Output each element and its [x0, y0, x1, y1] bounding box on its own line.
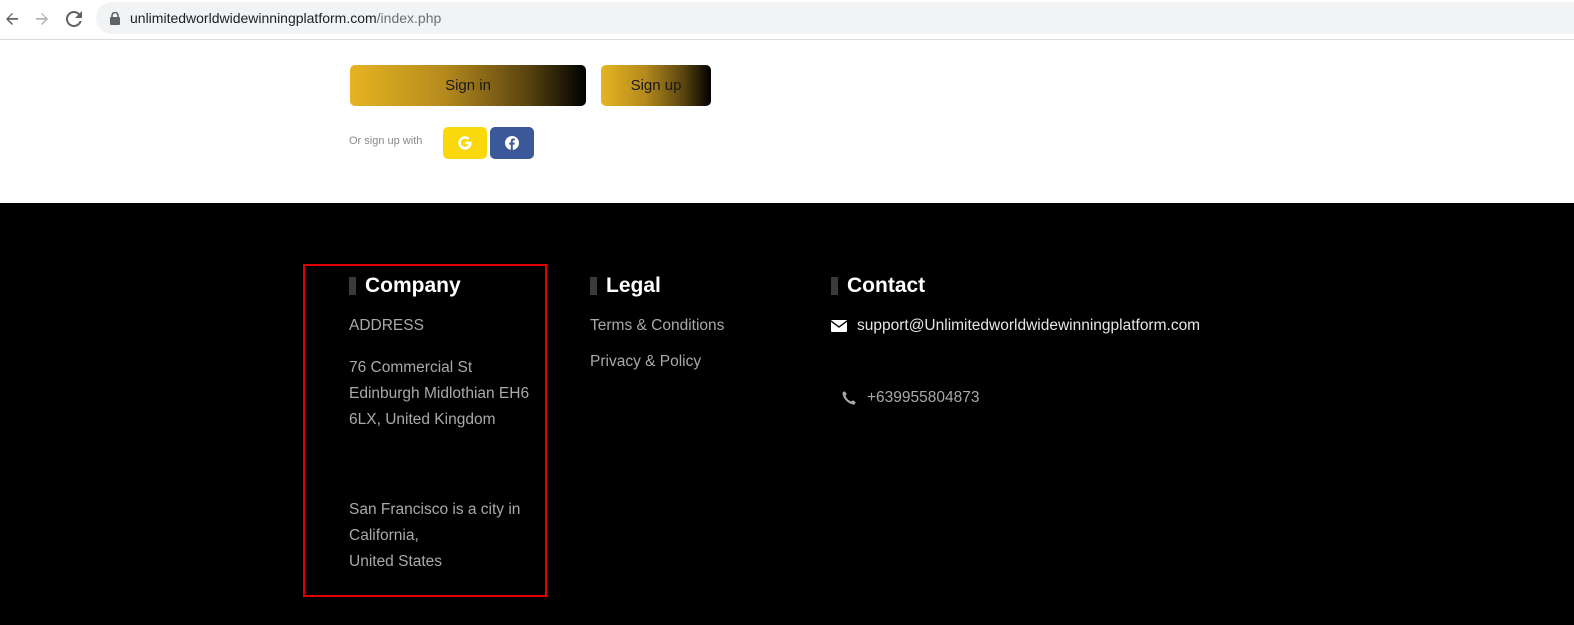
google-signup-button[interactable] [443, 127, 487, 159]
url-domain: unlimitedworldwidewinningplatform.com [130, 10, 377, 26]
footer-legal-column: Legal Terms & Conditions Privacy & Polic… [590, 271, 810, 375]
city-line: San Francisco is a city in [349, 501, 521, 518]
address-label: ADDRESS [349, 317, 424, 334]
heading-bar [831, 277, 838, 295]
reload-button[interactable] [62, 7, 86, 31]
heading-bar [349, 277, 356, 295]
contact-heading: Contact [831, 271, 1291, 301]
url-path: /index.php [376, 10, 442, 26]
footer-contact-column: Contact support@Unlimitedworldwidewinnin… [831, 271, 1291, 411]
reload-icon [66, 11, 82, 27]
contact-phone-row[interactable]: +639955804873 [831, 385, 1291, 411]
address-line: 76 Commercial St [349, 359, 473, 376]
footer-company-column: Company ADDRESS 76 Commercial St Edinbur… [349, 271, 549, 575]
contact-phone[interactable]: +639955804873 [867, 385, 980, 411]
privacy-policy-link[interactable]: Privacy & Policy [590, 349, 810, 375]
address-line: 6LX, United Kingdom [349, 411, 496, 428]
sign-in-button[interactable]: Sign in [350, 65, 586, 106]
address-bar[interactable]: unlimitedworldwidewinningplatform.com/in… [96, 2, 1574, 34]
facebook-icon [505, 136, 519, 150]
arrow-left-icon [6, 13, 18, 25]
browser-toolbar: unlimitedworldwidewinningplatform.com/in… [0, 0, 1574, 40]
sign-up-button[interactable]: Sign up [601, 65, 711, 106]
legal-heading-text: Legal [606, 274, 661, 297]
company-heading: Company [349, 271, 549, 301]
back-button[interactable] [0, 7, 24, 31]
address-block: 76 Commercial St Edinburgh Midlothian EH… [349, 355, 549, 433]
auth-section: Sign in Sign up Or sign up with [0, 41, 1574, 203]
legal-heading: Legal [590, 271, 810, 301]
contact-email[interactable]: support@Unlimitedworldwidewinningplatfor… [857, 313, 1200, 339]
heading-bar [590, 277, 597, 295]
company-heading-text: Company [365, 274, 461, 297]
arrow-right-icon [36, 13, 48, 25]
address-line: Edinburgh Midlothian EH6 [349, 385, 530, 402]
forward-button[interactable] [30, 7, 54, 31]
google-icon [458, 136, 472, 150]
url-text: unlimitedworldwidewinningplatform.com/in… [130, 10, 441, 26]
contact-heading-text: Contact [847, 274, 926, 297]
city-block: San Francisco is a city in California, U… [349, 497, 549, 575]
phone-icon [841, 390, 859, 406]
city-line: California, [349, 527, 419, 544]
facebook-signup-button[interactable] [490, 127, 534, 159]
site-footer: Company ADDRESS 76 Commercial St Edinbur… [0, 203, 1574, 625]
terms-conditions-link[interactable]: Terms & Conditions [590, 313, 810, 339]
contact-email-row[interactable]: support@Unlimitedworldwidewinningplatfor… [831, 313, 1291, 339]
lock-icon [110, 11, 122, 25]
envelope-icon [831, 320, 849, 332]
city-line: United States [349, 553, 443, 570]
or-sign-up-label: Or sign up with [349, 135, 423, 147]
